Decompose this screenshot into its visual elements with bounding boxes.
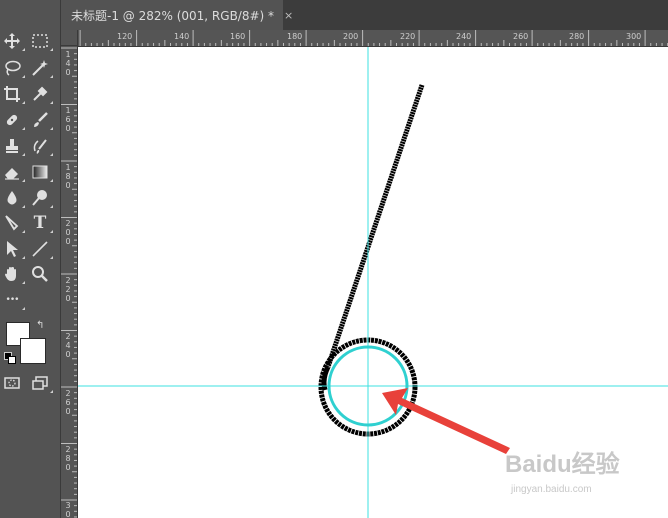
screen-mode-icon[interactable] bbox=[28, 372, 53, 394]
path-selection-tool-icon[interactable] bbox=[0, 238, 25, 260]
ruler-label: 160 bbox=[230, 32, 246, 41]
lasso-tool-icon[interactable] bbox=[0, 57, 25, 79]
ruler-label: 280 bbox=[569, 32, 585, 41]
type-tool-icon[interactable]: T bbox=[28, 212, 53, 234]
ruler-label: 280 bbox=[65, 445, 71, 472]
ruler-label: 300 bbox=[626, 32, 642, 41]
ruler-label: 200 bbox=[343, 32, 359, 41]
close-icon[interactable]: × bbox=[284, 9, 293, 22]
move-tool-icon[interactable] bbox=[0, 30, 25, 52]
zoom-tool-icon[interactable] bbox=[28, 263, 52, 285]
stroke-line bbox=[325, 84, 425, 368]
healing-brush-tool-icon[interactable] bbox=[0, 109, 25, 131]
ruler-label: 120 bbox=[117, 32, 133, 41]
watermark-url: jingyan.baidu.com bbox=[511, 484, 592, 495]
document-tab-title: 未标题-1 @ 282% (001, RGB/8#) * bbox=[71, 8, 275, 23]
background-color-swatch[interactable] bbox=[20, 338, 46, 364]
ruler-label: 240 bbox=[65, 332, 71, 359]
ruler-label: 260 bbox=[513, 32, 529, 41]
ruler-label: 220 bbox=[400, 32, 416, 41]
baidu-watermark: Baidu经验 jingyan.baidu.com bbox=[505, 440, 655, 500]
horizontal-ruler[interactable]: 120 140 160 180 200 220 240 260 280 300 bbox=[78, 30, 668, 47]
ruler-origin[interactable] bbox=[61, 30, 78, 46]
brush-tool-icon[interactable] bbox=[28, 109, 53, 131]
hand-tool-icon[interactable] bbox=[0, 263, 25, 285]
blur-tool-icon[interactable] bbox=[0, 187, 25, 209]
line-tool-icon[interactable] bbox=[28, 238, 53, 260]
ruler-label: 160 bbox=[65, 106, 71, 133]
ruler-label: 180 bbox=[65, 163, 71, 190]
red-arrow-annotation bbox=[382, 388, 510, 454]
vertical-ruler[interactable]: 140 160 180 200 220 240 260 280 30 bbox=[61, 46, 78, 518]
eyedropper-tool-icon[interactable] bbox=[28, 83, 53, 105]
crop-tool-icon[interactable] bbox=[0, 83, 25, 105]
tools-panel: T ••• ↰ bbox=[0, 0, 61, 518]
document-tab[interactable]: 未标题-1 @ 282% (001, RGB/8#) * × bbox=[61, 0, 293, 30]
quick-mask-icon[interactable] bbox=[0, 372, 24, 394]
magic-wand-tool-icon[interactable] bbox=[28, 57, 53, 79]
ruler-label: 140 bbox=[174, 32, 190, 41]
ruler-label: 140 bbox=[65, 50, 71, 77]
default-colors-icon[interactable] bbox=[4, 352, 16, 364]
watermark-brand: Baidu经验 bbox=[505, 451, 620, 478]
clone-stamp-tool-icon[interactable] bbox=[0, 135, 25, 157]
pen-tool-icon[interactable] bbox=[0, 212, 25, 234]
ruler-label: 200 bbox=[65, 219, 71, 246]
ruler-label: 240 bbox=[456, 32, 472, 41]
ruler-label: 30 bbox=[65, 501, 71, 518]
more-tools-icon[interactable]: ••• bbox=[0, 289, 25, 311]
document-tab-bar: 未标题-1 @ 282% (001, RGB/8#) * × bbox=[61, 0, 668, 30]
swap-colors-icon[interactable]: ↰ bbox=[36, 320, 44, 331]
marquee-tool-icon[interactable] bbox=[28, 30, 53, 52]
ruler-label: 180 bbox=[287, 32, 303, 41]
gradient-tool-icon[interactable] bbox=[28, 161, 53, 183]
dodge-tool-icon[interactable] bbox=[28, 187, 53, 209]
ruler-label: 260 bbox=[65, 389, 71, 416]
eraser-tool-icon[interactable] bbox=[0, 161, 25, 183]
ruler-label: 220 bbox=[65, 276, 71, 303]
history-brush-tool-icon[interactable] bbox=[28, 135, 53, 157]
